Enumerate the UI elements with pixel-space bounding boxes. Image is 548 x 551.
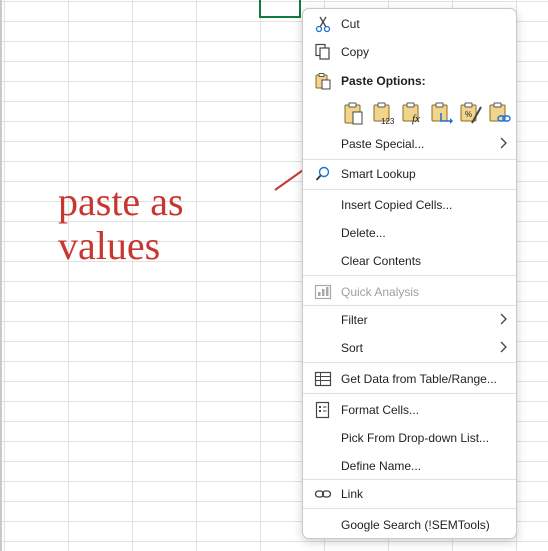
menu-item-sort[interactable]: Sort (303, 335, 516, 361)
paste-values-button[interactable]: 123 (370, 99, 396, 129)
menu-label-paste-options: Paste Options: (341, 74, 426, 88)
menu-item-insert-copied-cells[interactable]: Insert Copied Cells... (303, 192, 516, 218)
menu-item-smart-lookup[interactable]: Smart Lookup (303, 161, 516, 187)
search-icon (314, 165, 332, 183)
chevron-right-icon (498, 312, 508, 326)
link-icon (314, 485, 332, 503)
annotation-line-2: values (58, 223, 161, 268)
menu-label-link: Link (341, 487, 364, 501)
menu-label-filter: Filter (341, 313, 368, 327)
paste-transpose-button[interactable] (428, 99, 454, 129)
table-icon (314, 370, 332, 388)
annotation-line-1: paste as (58, 179, 184, 224)
paste-options-buttons: 123 fx % (341, 99, 516, 129)
paste-options-header: Paste Options: (303, 68, 516, 94)
annotation-text: paste as values (58, 180, 258, 268)
paste-icon (344, 102, 363, 125)
chevron-right-icon (498, 340, 508, 354)
menu-separator (303, 479, 516, 480)
menu-label-paste-special: Paste Special... (341, 137, 425, 151)
menu-item-google-search[interactable]: Google Search (!SEMTools) (303, 512, 516, 538)
menu-item-format-cells[interactable]: Format Cells... (303, 397, 516, 423)
menu-label-pick-dropdown: Pick From Drop-down List... (341, 431, 490, 445)
menu-separator (303, 508, 516, 509)
menu-item-paste-special[interactable]: Paste Special... (303, 131, 516, 157)
menu-label-insert-copied-cells: Insert Copied Cells... (341, 198, 453, 212)
paste-values-icon: 123 (373, 102, 395, 125)
menu-separator (303, 275, 516, 276)
paste-link-button[interactable] (486, 99, 512, 129)
menu-label-quick-analysis: Quick Analysis (341, 285, 420, 299)
paste-values-badge: 123 (381, 117, 395, 125)
grid-left-edge (0, 0, 2, 551)
copy-icon (314, 43, 332, 61)
paste-formulas-badge: fx (412, 113, 420, 125)
quick-analysis-icon (314, 283, 332, 301)
context-menu: Cut Copy Paste Options: 123 fx % Paste S… (302, 8, 517, 539)
paste-formulas-icon: fx (402, 102, 420, 125)
paste-formatting-icon: % (460, 102, 482, 124)
menu-item-copy[interactable]: Copy (303, 39, 516, 65)
menu-item-cut[interactable]: Cut (303, 11, 516, 37)
active-cell-selection[interactable] (259, 0, 301, 18)
menu-label-smart-lookup: Smart Lookup (341, 167, 416, 181)
paste-link-icon (489, 102, 511, 122)
menu-label-sort: Sort (341, 341, 364, 355)
menu-item-pick-dropdown[interactable]: Pick From Drop-down List... (303, 425, 516, 451)
menu-label-google-search: Google Search (!SEMTools) (341, 518, 490, 532)
menu-label-cut: Cut (341, 17, 360, 31)
menu-item-get-data[interactable]: Get Data from Table/Range... (303, 366, 516, 392)
chevron-right-icon (498, 136, 508, 150)
menu-label-get-data: Get Data from Table/Range... (341, 372, 497, 386)
menu-label-define-name: Define Name... (341, 459, 422, 473)
menu-separator (303, 305, 516, 306)
menu-label-clear-contents: Clear Contents (341, 254, 422, 268)
paste-formatting-button[interactable]: % (457, 99, 483, 129)
menu-label-delete: Delete... (341, 226, 386, 240)
menu-item-clear-contents[interactable]: Clear Contents (303, 248, 516, 274)
paste-formatting-badge: % (465, 110, 472, 119)
menu-item-filter[interactable]: Filter (303, 307, 516, 333)
scissors-icon (314, 15, 332, 33)
menu-separator (303, 159, 516, 160)
clipboard-icon (314, 72, 332, 90)
format-cells-icon (314, 401, 332, 419)
menu-item-delete[interactable]: Delete... (303, 220, 516, 246)
menu-item-link[interactable]: Link (303, 481, 516, 507)
menu-separator (303, 393, 516, 394)
menu-label-copy: Copy (341, 45, 370, 59)
menu-item-quick-analysis: Quick Analysis (303, 279, 516, 305)
menu-item-define-name[interactable]: Define Name... (303, 453, 516, 479)
menu-separator (303, 362, 516, 363)
menu-separator (303, 189, 516, 190)
menu-label-format-cells: Format Cells... (341, 403, 420, 417)
paste-transpose-icon (431, 102, 453, 124)
paste-button[interactable] (341, 99, 367, 129)
paste-formulas-button[interactable]: fx (399, 99, 425, 129)
